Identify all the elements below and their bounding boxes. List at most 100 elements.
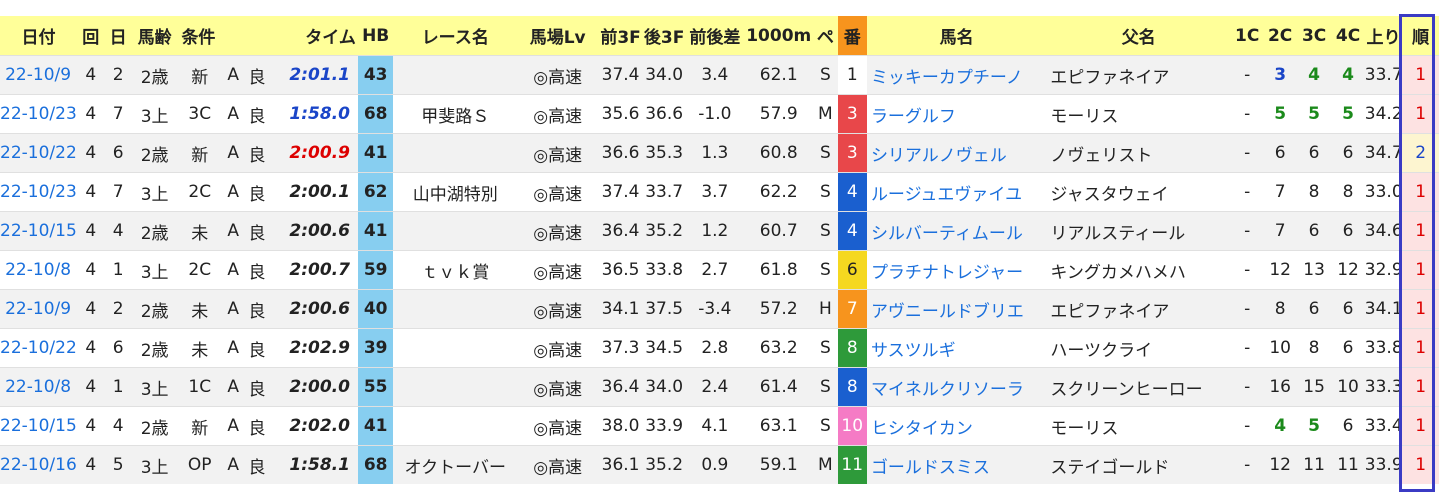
table-cell-sire[interactable]: ハーツクライ	[1046, 328, 1231, 368]
col-header-rank[interactable]: 順	[1402, 16, 1439, 56]
table-row[interactable]: 22-10/15 4 4 2歳未 A 良 2:00.6 41 ◎高速 36.4 35.2 1.2 60.…	[0, 211, 1439, 251]
table-cell-last-3f: 33.9	[642, 406, 686, 446]
table-cell-horse-name[interactable]: ゴールドスミス	[866, 445, 1047, 484]
table-cell-age: 3上	[131, 94, 178, 134]
col-header-3c[interactable]: 3C	[1296, 16, 1332, 56]
table-cell-last-3f: 35.3	[642, 133, 686, 173]
table-cell-front-3f: 36.4	[598, 211, 643, 251]
table-row[interactable]: 22-10/9 4 2 2歳未 A 良 2:00.6 40 ◎高速 34.1 37.5 -3.4 57.…	[0, 289, 1439, 329]
table-cell-sire[interactable]: ノヴェリスト	[1046, 133, 1231, 173]
table-cell-date[interactable]: 22-10/23	[0, 172, 78, 212]
table-cell-3c: 15	[1296, 367, 1332, 407]
table-cell-race-name[interactable]	[393, 367, 518, 407]
col-header-diff[interactable]: 前後差	[685, 16, 745, 56]
col-header-1c[interactable]: 1C	[1230, 16, 1264, 56]
table-cell-race-name[interactable]	[393, 133, 518, 173]
table-row[interactable]: 22-10/23 4 7 3上 3C A 良 1:58.0 68 甲斐路Ｓ ◎高速 35.6 36.6-…	[0, 94, 1439, 134]
table-cell-horse-name[interactable]: シリアルノヴェル	[866, 133, 1047, 173]
table-row[interactable]: 22-10/8 4 1 3上 2C A 良 2:00.7 59 ｔｖｋ賞 ◎高速 36.5 33.8 2.…	[0, 250, 1439, 290]
table-cell-horse-name[interactable]: ラーグルフ	[866, 94, 1047, 134]
table-cell-sire[interactable]: キングカメハメハ	[1046, 250, 1231, 290]
table-cell-sire[interactable]: スクリーンヒーロー	[1046, 367, 1231, 407]
table-cell-race-name[interactable]	[393, 55, 518, 95]
table-cell-kai: 4	[77, 250, 105, 290]
table-cell-sire[interactable]: ジャスタウェイ	[1046, 172, 1231, 212]
table-cell-horse-name[interactable]: マイネルクリソーラ	[866, 367, 1047, 407]
col-header-2c[interactable]: 2C	[1263, 16, 1297, 56]
table-cell-race-name[interactable]: ｔｖｋ賞	[393, 250, 518, 290]
table-cell-sire[interactable]: モーリス	[1046, 94, 1231, 134]
table-cell-sire[interactable]: エピファネイア	[1046, 55, 1231, 95]
table-row[interactable]: 22-10/15 4 4 2歳新 A 良 2:02.0 41 ◎高速 38.0 33.9 4.1 63.…	[0, 406, 1439, 446]
col-header-baba-level[interactable]: 馬場Lv	[517, 16, 599, 56]
col-header-1000m[interactable]: 1000m	[744, 16, 814, 56]
col-header-front-3f[interactable]: 前3F	[598, 16, 643, 56]
table-cell-race-name[interactable]	[393, 406, 518, 446]
table-cell-date[interactable]: 22-10/15	[0, 211, 78, 251]
table-cell-horse-name[interactable]: シルバーティムール	[866, 211, 1047, 251]
col-header-number[interactable]: 番	[837, 16, 867, 56]
col-header-age[interactable]: 馬齢	[131, 16, 178, 56]
col-header-pace[interactable]: ペ	[813, 16, 838, 56]
table-cell-nichi: 6	[104, 328, 132, 368]
table-cell-pace: S	[813, 406, 838, 446]
table-cell-agari: 33.3	[1364, 367, 1403, 407]
table-row[interactable]: 22-10/9 4 2 2歳新 A 良 2:01.1 43 ◎高速 37.4 34.0 3.4 62.1…	[0, 55, 1439, 95]
table-cell-date[interactable]: 22-10/8	[0, 367, 78, 407]
table-cell-age: 2歳	[131, 406, 178, 446]
table-cell-track: 良	[244, 94, 270, 134]
table-cell-date[interactable]: 22-10/9	[0, 55, 78, 95]
col-header-sire[interactable]: 父名	[1046, 16, 1231, 56]
table-row[interactable]: 22-10/22 4 6 2歳未 A 良 2:02.9 39 ◎高速 37.3 34.5 2.8 63.…	[0, 328, 1439, 368]
table-cell-horse-name[interactable]: サスツルギ	[866, 328, 1047, 368]
table-row[interactable]: 22-10/16 4 5 3上 OP A 良 1:58.1 68 オクトーバー ◎高速 36.1 35.…	[0, 445, 1439, 484]
col-header-last-3f[interactable]: 後3F	[642, 16, 686, 56]
table-cell-sire[interactable]: エピファネイア	[1046, 289, 1231, 329]
col-header-4c[interactable]: 4C	[1331, 16, 1365, 56]
table-cell-race-name[interactable]: 甲斐路Ｓ	[393, 94, 518, 134]
table-cell-number: 3	[837, 133, 867, 173]
table-cell-horse-name[interactable]: ヒシタイカン	[866, 406, 1047, 446]
table-cell-rank: 1	[1402, 289, 1439, 329]
table-row[interactable]: 22-10/22 4 6 2歳新 A 良 2:00.9 41 ◎高速 36.6 35.3 1.3 60.…	[0, 133, 1439, 173]
col-header-agari[interactable]: 上り	[1364, 16, 1403, 56]
table-cell-race-name[interactable]: 山中湖特別	[393, 172, 518, 212]
table-cell-date[interactable]: 22-10/15	[0, 406, 78, 446]
col-header-date[interactable]: 日付	[0, 16, 78, 56]
table-cell-diff: 4.1	[685, 406, 745, 446]
table-cell-sire[interactable]: ステイゴールド	[1046, 445, 1231, 484]
table-row[interactable]: 22-10/23 4 7 3上 2C A 良 2:00.1 62 山中湖特別 ◎高速 37.4 33.7…	[0, 172, 1439, 212]
col-header-hb[interactable]: HB	[357, 16, 394, 56]
table-row[interactable]: 22-10/8 4 1 3上 1C A 良 2:00.0 55 ◎高速 36.4 34.0 2.4 61.…	[0, 367, 1439, 407]
table-cell-race-name[interactable]: オクトーバー	[393, 445, 518, 484]
table-cell-horse-name[interactable]: ミッキーカプチーノ	[866, 55, 1047, 95]
table-cell-race-name[interactable]	[393, 289, 518, 329]
table-cell-date[interactable]: 22-10/9	[0, 289, 78, 329]
table-cell-horse-name[interactable]: プラチナトレジャー	[866, 250, 1047, 290]
table-cell-date[interactable]: 22-10/22	[0, 133, 78, 173]
table-cell-3c: 6	[1296, 211, 1332, 251]
table-cell-date[interactable]: 22-10/16	[0, 445, 78, 484]
col-header-time[interactable]: タイム	[269, 16, 358, 56]
table-cell-pace: S	[813, 250, 838, 290]
table-cell-date[interactable]: 22-10/8	[0, 250, 78, 290]
table-cell-baba-level: ◎高速	[517, 133, 599, 173]
table-cell-1000m: 63.1	[744, 406, 814, 446]
table-cell-rank: 1	[1402, 406, 1439, 446]
table-cell-date[interactable]: 22-10/23	[0, 94, 78, 134]
col-header-kai[interactable]: 回	[77, 16, 105, 56]
table-cell-front-3f: 37.3	[598, 328, 643, 368]
col-header-condition[interactable]: 条件	[177, 16, 270, 56]
table-cell-sire[interactable]: リアルスティール	[1046, 211, 1231, 251]
table-cell-race-name[interactable]	[393, 211, 518, 251]
table-cell-horse-name[interactable]: アヴニールドブリエ	[866, 289, 1047, 329]
col-header-race-name[interactable]: レース名	[393, 16, 518, 56]
table-cell-sire[interactable]: モーリス	[1046, 406, 1231, 446]
col-header-nichi[interactable]: 日	[104, 16, 132, 56]
col-header-horse-name[interactable]: 馬名	[866, 16, 1047, 56]
table-cell-race-name[interactable]	[393, 328, 518, 368]
table-cell-date[interactable]: 22-10/22	[0, 328, 78, 368]
table-cell-kai: 4	[77, 406, 105, 446]
table-cell-horse-name[interactable]: ルージュエヴァイユ	[866, 172, 1047, 212]
table-cell-front-3f: 34.1	[598, 289, 643, 329]
